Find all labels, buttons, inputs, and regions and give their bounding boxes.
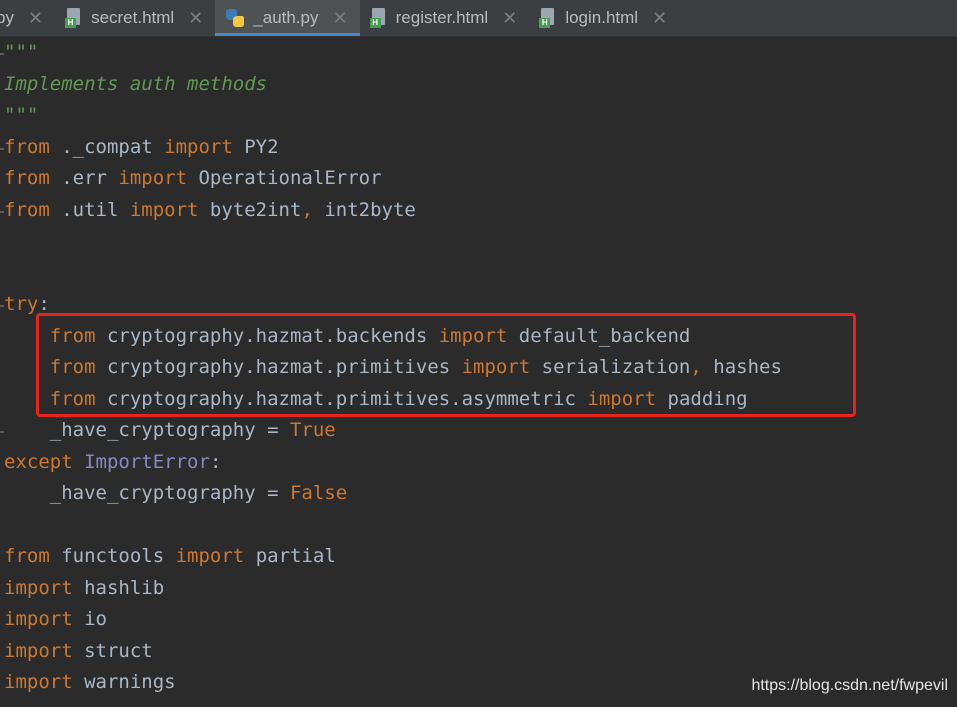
editor-tab-bar: py ✕ Hsecret.html ✕ _auth.py ✕ Hregister.html ✕… (0, 0, 957, 37)
docstring-token: """ (4, 104, 39, 126)
keyword-token: import (118, 167, 188, 189)
keyword-token: import (4, 576, 73, 599)
code-token: _have_cryptography = (4, 419, 290, 441)
fold-marker-icon[interactable] (0, 431, 4, 433)
close-icon[interactable]: ✕ (652, 8, 667, 29)
close-icon[interactable]: ✕ (188, 8, 203, 29)
html-file-icon: H (369, 8, 388, 28)
code-line: """ (0, 100, 957, 132)
close-icon[interactable]: ✕ (333, 8, 348, 29)
fold-marker-icon[interactable] (0, 305, 4, 307)
keyword-token: False (289, 482, 348, 504)
keyword-token: except (4, 450, 73, 473)
fold-marker-icon[interactable] (0, 147, 4, 150)
tab-label: secret.html (91, 8, 175, 27)
code-token: struct (72, 639, 153, 662)
code-line: """ (0, 37, 957, 69)
code-token: .util (49, 198, 130, 221)
keyword-token: import (175, 545, 245, 567)
code-token: OperationalError (187, 167, 382, 189)
keyword-token: True (289, 419, 336, 441)
tab-py[interactable]: py ✕ (0, 0, 55, 36)
tab-label: register.html (395, 8, 489, 27)
tab-secret-html[interactable]: Hsecret.html ✕ (55, 0, 215, 36)
html-file-icon: H (539, 8, 557, 28)
code-token: warnings (72, 671, 176, 693)
highlight-annotation-box (36, 313, 856, 417)
code-line: from functools import partial (0, 541, 957, 573)
code-token: io (72, 608, 107, 630)
keyword-token: import (4, 671, 73, 693)
tab-login-html[interactable]: Hlogin.html ✕ (529, 0, 679, 36)
keyword-token: from (4, 545, 50, 567)
python-file-icon (225, 8, 245, 28)
code-token: partial (244, 545, 336, 567)
keyword-token: import (4, 608, 73, 630)
keyword-token: , (301, 198, 313, 221)
tab-label: _auth.py (253, 8, 319, 27)
code-line: import hashlib (0, 573, 957, 605)
tab-label: py (0, 8, 14, 27)
fold-marker-icon[interactable] (0, 53, 4, 55)
docstring-token: """ (4, 41, 39, 63)
code-line: _have_cryptography = False (0, 478, 957, 510)
code-token: .err (49, 167, 119, 189)
code-token: hashlib (72, 576, 165, 599)
keyword-token: from (4, 167, 50, 189)
code-line: from .err import OperationalError (0, 163, 957, 195)
code-token: int2byte (312, 198, 416, 221)
docstring-token: Implements auth methods (4, 72, 268, 95)
code-line: from .util import byte2int, int2byte (0, 195, 957, 227)
code-line: _have_cryptography = True (0, 415, 957, 447)
code-token: byte2int (198, 198, 302, 221)
code-token: ._compat (49, 135, 165, 158)
code-line: import struct (0, 636, 957, 668)
code-token: _have_cryptography = (4, 482, 290, 504)
code-token: : (209, 450, 222, 473)
fold-marker-icon[interactable] (0, 210, 4, 213)
code-line: except ImportError: (0, 447, 957, 479)
keyword-token: try (4, 293, 39, 315)
tab-auth-py[interactable]: _auth.py ✕ (215, 0, 360, 36)
code-line: import io (0, 604, 957, 636)
keyword-token: import (129, 198, 199, 221)
tab-label: login.html (565, 8, 639, 27)
code-line: Implements auth methods (0, 69, 957, 101)
html-file-icon: H (65, 8, 83, 28)
code-token: functools (49, 545, 176, 567)
code-token: PY2 (232, 135, 279, 158)
keyword-token: from (4, 198, 50, 221)
tab-register-html[interactable]: Hregister.html ✕ (360, 0, 530, 36)
keyword-token: import (4, 639, 73, 662)
class-token: ImportError (84, 450, 210, 473)
code-token: : (38, 293, 50, 315)
close-icon[interactable]: ✕ (502, 8, 517, 29)
watermark: https://blog.csdn.net/fwpevil (751, 677, 948, 694)
code-line: from ._compat import PY2 (0, 132, 957, 164)
keyword-token: import (164, 135, 233, 158)
keyword-token: from (4, 135, 50, 158)
close-icon[interactable]: ✕ (28, 8, 43, 29)
